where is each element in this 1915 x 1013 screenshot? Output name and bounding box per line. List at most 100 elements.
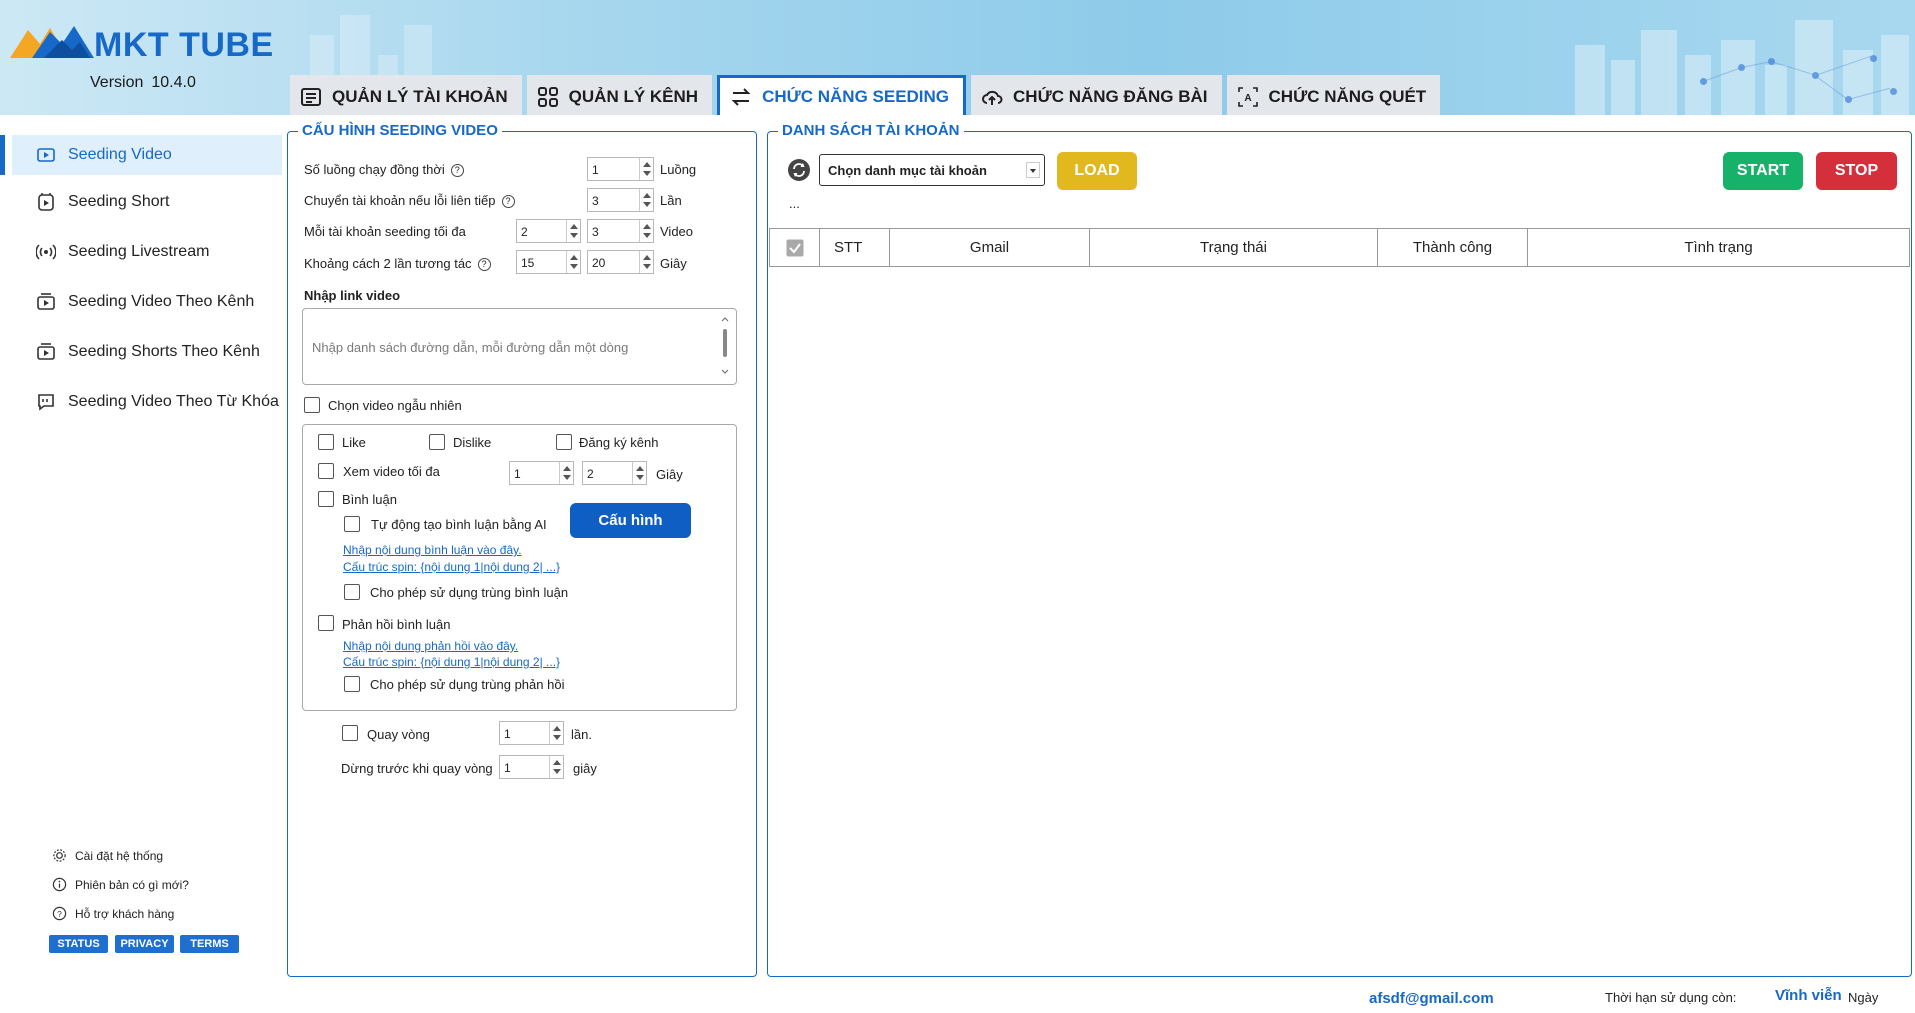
- video-link-textarea[interactable]: Nhập danh sách đường dẫn, mỗi đường dẫn …: [302, 308, 737, 385]
- user-email: afsdf@gmail.com: [1369, 990, 1494, 1007]
- tab-posting[interactable]: CHỨC NĂNG ĐĂNG BÀI: [971, 75, 1222, 115]
- load-button[interactable]: LOAD: [1057, 152, 1137, 190]
- account-category-select[interactable]: Chọn danh mục tài khoản: [819, 154, 1045, 186]
- tab-channel-management[interactable]: QUẢN LÝ KÊNH: [526, 75, 713, 115]
- sidebar-item-seeding-livestream[interactable]: Seeding Livestream: [0, 232, 283, 272]
- help-icon[interactable]: ?: [501, 195, 515, 209]
- reply-content-link[interactable]: Nhập nội dung phản hồi vào đây.: [343, 639, 518, 653]
- help-icon: ?: [52, 906, 67, 921]
- app-logo: MKT TUBE: [10, 22, 300, 66]
- ai-comment-checkbox[interactable]: [344, 516, 360, 532]
- switch-account-unit: Lần: [660, 193, 682, 208]
- ellipsis-text: ...: [789, 196, 800, 211]
- watch-to-stepper[interactable]: 2: [582, 461, 647, 485]
- tab-seeding[interactable]: CHỨC NĂNG SEEDING: [717, 75, 967, 115]
- customer-support-link[interactable]: ? Hỗ trợ khách hàng: [52, 906, 174, 921]
- scrollbar[interactable]: [720, 315, 730, 377]
- interval-from-stepper[interactable]: 15: [516, 250, 581, 274]
- loop-checkbox[interactable]: [342, 725, 358, 741]
- logo-mountains-icon: [10, 26, 94, 58]
- sidebar: Seeding Video Seeding Short Seeding Live…: [0, 115, 283, 1013]
- shorts-icon: [38, 193, 54, 211]
- allow-duplicate-reply-checkbox[interactable]: [344, 676, 360, 692]
- allow-duplicate-comment-checkbox[interactable]: [344, 584, 360, 600]
- cloud-upload-icon: [982, 90, 1003, 105]
- stop-before-loop-label: Dừng trước khi quay vòng: [341, 761, 493, 776]
- version-label: Version 10.4.0: [90, 74, 196, 91]
- loop-label: Quay vòng: [367, 727, 430, 742]
- column-gmail[interactable]: Gmail: [890, 229, 1090, 266]
- random-video-checkbox[interactable]: [304, 397, 320, 413]
- refresh-icon[interactable]: [787, 158, 811, 182]
- switch-account-label: Chuyển tài khoản nếu lỗi liên tiếp?: [304, 193, 515, 209]
- reply-checkbox[interactable]: [318, 615, 334, 631]
- expiry-label: Thời hạn sử dụng còn:: [1605, 990, 1737, 1005]
- sidebar-item-seeding-video-channel[interactable]: Seeding Video Theo Kênh: [0, 282, 283, 322]
- sidebar-item-seeding-video-keyword[interactable]: Seeding Video Theo Từ Khóa: [0, 382, 283, 422]
- switch-account-stepper[interactable]: 3: [587, 188, 654, 212]
- comment-spin-link[interactable]: Cấu trúc spin: {nội dung 1|nội dung 2| .…: [343, 560, 560, 574]
- allow-duplicate-reply-label: Cho phép sử dụng trùng phản hồi: [370, 677, 565, 692]
- threads-unit: Luồng: [660, 162, 697, 177]
- loop-stepper[interactable]: 1: [499, 721, 564, 745]
- max-seeding-from-stepper[interactable]: 2: [516, 219, 581, 243]
- stop-button[interactable]: STOP: [1816, 152, 1897, 190]
- select-all-checkbox[interactable]: [786, 239, 804, 257]
- configure-ai-button[interactable]: Cấu hình: [570, 503, 691, 538]
- channels-icon: [537, 86, 558, 107]
- dislike-checkbox[interactable]: [429, 434, 445, 450]
- watch-from-stepper[interactable]: 1: [509, 461, 574, 485]
- comment-content-link[interactable]: Nhập nội dung bình luận vào đây.: [343, 543, 522, 557]
- threads-stepper[interactable]: 1: [587, 157, 654, 181]
- channel-shorts-icon: [37, 343, 55, 360]
- help-icon[interactable]: ?: [477, 258, 491, 272]
- stop-before-loop-stepper[interactable]: 1: [499, 755, 564, 779]
- terms-button[interactable]: TERMS: [180, 935, 239, 953]
- whats-new-link[interactable]: Phiên bản có gì mới?: [52, 877, 189, 892]
- sidebar-item-seeding-short[interactable]: Seeding Short: [0, 182, 283, 222]
- expiry-unit: Ngày: [1848, 990, 1879, 1005]
- tab-scan[interactable]: A CHỨC NĂNG QUÉT: [1226, 75, 1441, 115]
- comment-checkbox[interactable]: [318, 491, 334, 507]
- column-status[interactable]: Trạng thái: [1090, 229, 1378, 266]
- subscribe-checkbox[interactable]: [556, 434, 572, 450]
- interval-unit: Giây: [660, 256, 687, 271]
- status-button[interactable]: STATUS: [49, 935, 108, 953]
- video-icon: [37, 148, 55, 162]
- watch-unit: Giây: [656, 467, 683, 482]
- max-seeding-to-stepper[interactable]: 3: [587, 219, 654, 243]
- video-link-label: Nhập link video: [304, 288, 401, 303]
- app-name: MKT TUBE: [94, 26, 274, 64]
- tab-account-management[interactable]: QUẢN LÝ TÀI KHOẢN: [290, 75, 522, 115]
- keyword-icon: [38, 394, 54, 411]
- account-list-icon: [301, 87, 321, 106]
- column-success[interactable]: Thành công: [1378, 229, 1528, 266]
- ai-comment-label: Tự động tạo bình luận bằng AI: [371, 517, 547, 532]
- like-label: Like: [342, 435, 366, 450]
- swap-arrows-icon: [731, 87, 751, 106]
- dislike-label: Dislike: [453, 435, 492, 450]
- account-table-header: STT Gmail Trạng thái Thành công Tình trạ…: [769, 228, 1910, 267]
- interval-to-stepper[interactable]: 20: [587, 250, 654, 274]
- loop-unit: lần.: [571, 727, 592, 742]
- gear-icon: [53, 849, 66, 862]
- max-seeding-label: Mỗi tài khoản seeding tối đa: [304, 224, 466, 239]
- config-panel-title: CẤU HÌNH SEEDING VIDEO: [298, 122, 502, 139]
- help-icon[interactable]: ?: [450, 164, 464, 178]
- select-all-column[interactable]: [770, 229, 820, 266]
- start-button[interactable]: START: [1723, 152, 1803, 190]
- column-condition[interactable]: Tình trạng: [1528, 229, 1909, 266]
- column-stt[interactable]: STT: [820, 229, 890, 266]
- like-checkbox[interactable]: [318, 434, 334, 450]
- watch-video-checkbox[interactable]: [318, 463, 334, 479]
- svg-text:?: ?: [57, 909, 62, 919]
- main-tabs: QUẢN LÝ TÀI KHOẢN QUẢN LÝ KÊNH CHỨC NĂNG…: [290, 75, 1445, 115]
- sidebar-item-seeding-video[interactable]: Seeding Video: [0, 135, 282, 175]
- system-settings-link[interactable]: Cài đặt hệ thống: [52, 848, 163, 863]
- threads-label: Số luồng chạy đồng thời?: [304, 162, 464, 178]
- sidebar-item-seeding-shorts-channel[interactable]: Seeding Shorts Theo Kênh: [0, 332, 283, 372]
- privacy-button[interactable]: PRIVACY: [115, 935, 174, 953]
- reply-spin-link[interactable]: Cấu trúc spin: {nội dung 1|nội dung 2| .…: [343, 655, 560, 669]
- scan-icon: A: [1237, 86, 1258, 107]
- max-seeding-unit: Video: [660, 224, 694, 239]
